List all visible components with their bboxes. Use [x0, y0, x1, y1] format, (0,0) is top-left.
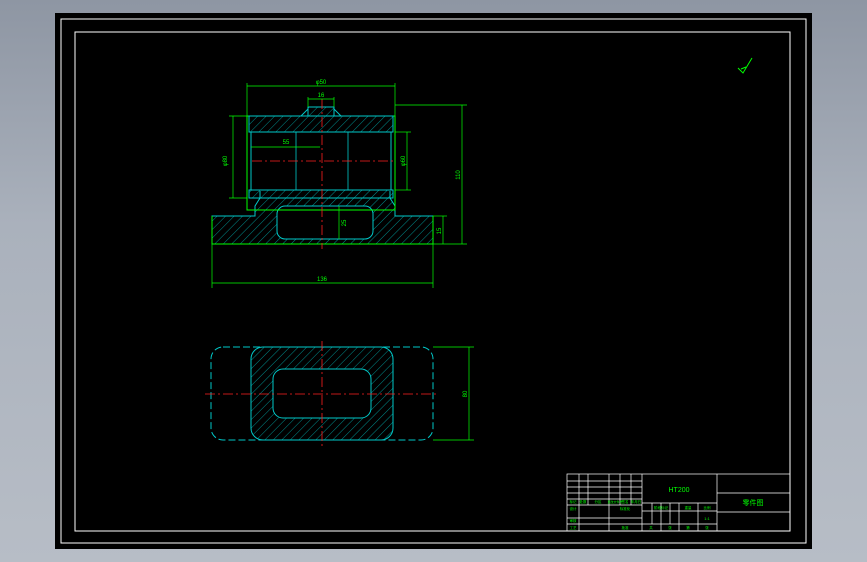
top-boss — [307, 106, 335, 117]
inner-border — [74, 31, 791, 532]
scale-label: 1:1 — [704, 516, 710, 521]
row-label-zone: 分区 — [595, 499, 603, 504]
approve-label: 批准 — [622, 525, 630, 530]
process-label: 工艺 — [570, 525, 578, 530]
dim-bore-length: 55 — [283, 140, 290, 146]
designer-label: 设计 — [570, 506, 578, 511]
row-label-count: 处数 — [580, 499, 588, 504]
row-label-date: 年月日 — [631, 499, 642, 504]
plan-inner-opening — [272, 368, 372, 419]
sheet-unit-label-1: 张 — [668, 525, 672, 530]
scale-caption: 比例 — [704, 505, 712, 510]
dim-top-width: φ50 — [316, 80, 327, 86]
row-label-mark: 标记 — [570, 499, 578, 504]
dim-base-width: 136 — [317, 277, 328, 283]
roughness-icon — [737, 57, 753, 74]
dim-plan-width: 80 — [463, 390, 469, 397]
front-view: φ50 16 55 φ80 φ60 110 25 15 136 — [211, 80, 467, 288]
sheet-unit-label-2: 张 — [705, 525, 709, 530]
outer-border — [60, 18, 807, 544]
sheet-number-label: 第 — [686, 525, 690, 530]
front-dim-texts: φ50 16 55 φ80 φ60 110 25 15 136 — [223, 80, 462, 283]
sleeve-bottom-wall — [248, 189, 394, 199]
row-label-sign: 签名 — [622, 499, 629, 504]
dim-left-dia: φ80 — [223, 155, 229, 166]
dim-key-width: 16 — [318, 93, 325, 99]
cad-viewport[interactable]: φ50 16 55 φ80 φ60 110 25 15 136 80 HT200… — [55, 13, 812, 549]
plan-view: 80 — [205, 341, 474, 446]
review-label: 审核 — [570, 518, 578, 523]
dim-lower-cavity: 25 — [342, 219, 348, 226]
title-block-texts: HT200 零件图 1:1 标记 处数 分区 更改文件号 签名 年月日 设计 标… — [570, 487, 764, 530]
weight-label: 重量 — [685, 505, 693, 510]
row-label-change: 更改文件号 — [607, 499, 622, 504]
dim-base-thickness: 15 — [437, 227, 443, 234]
stage-label: 阶段标记 — [654, 505, 668, 510]
sheet-total-label: 共 — [649, 525, 653, 530]
front-dimensions — [211, 83, 467, 288]
sleeve-top-wall — [248, 115, 394, 133]
material-label: HT200 — [668, 487, 689, 494]
part-name-label: 零件图 — [743, 498, 764, 507]
dim-right-dia: φ60 — [401, 155, 407, 166]
base-cavity — [276, 205, 374, 240]
dim-height: 110 — [456, 170, 462, 180]
standard-label: 标准化 — [620, 506, 631, 511]
drawing-sheet: φ50 16 55 φ80 φ60 110 25 15 136 80 HT200… — [60, 18, 807, 544]
